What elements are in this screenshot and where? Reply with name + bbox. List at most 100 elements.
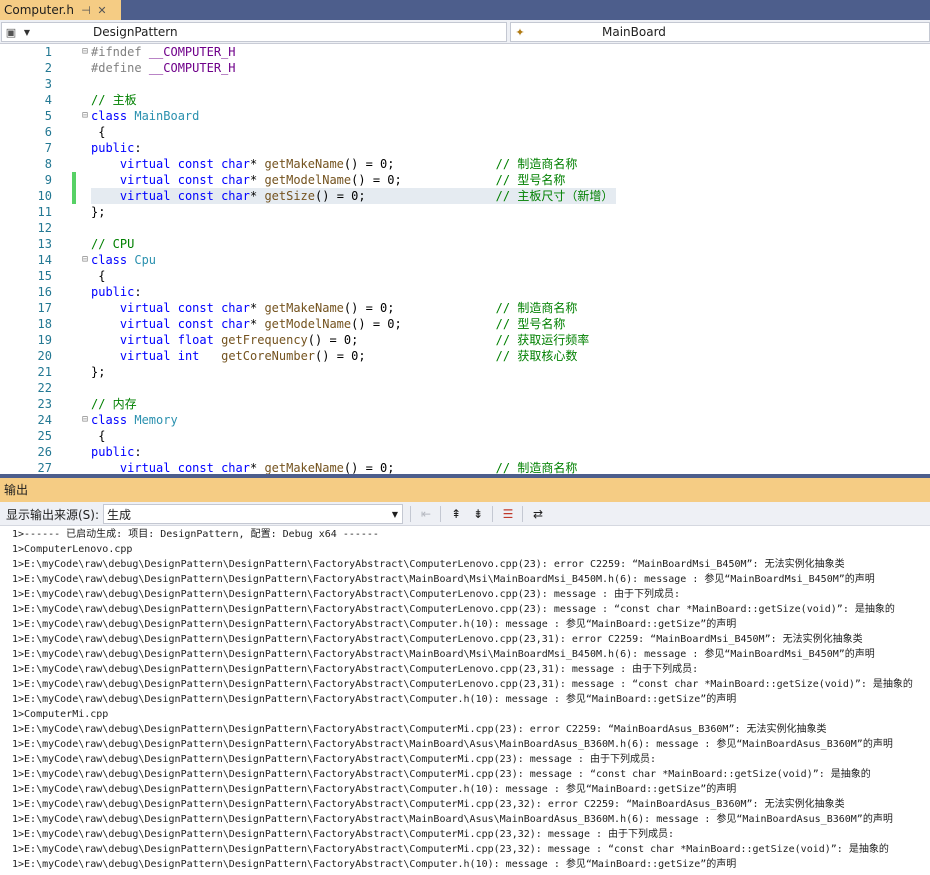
output-line[interactable]: 1>E:\myCode\raw\debug\DesignPattern\Desi… <box>12 767 871 782</box>
line-number: 5 <box>44 109 52 123</box>
output-text-area[interactable]: 1>------ 已启动生成: 项目: DesignPattern, 配置: D… <box>0 527 930 875</box>
code-line[interactable]: 6 { <box>0 124 930 140</box>
change-marker <box>72 140 76 156</box>
output-line[interactable]: 1>E:\myCode\raw\debug\DesignPattern\Desi… <box>12 632 863 647</box>
symbol-dropdown-value: MainBoard <box>602 25 666 39</box>
code-line[interactable]: 24 ⊟ class Memory <box>0 412 930 428</box>
output-line[interactable]: 1>E:\myCode\raw\debug\DesignPattern\Desi… <box>12 812 893 827</box>
change-marker <box>72 220 76 236</box>
previous-message-icon[interactable]: ⇞ <box>446 505 466 523</box>
line-number: 10 <box>37 189 52 203</box>
close-icon[interactable]: ✕ <box>94 4 110 17</box>
output-line[interactable]: 1>E:\myCode\raw\debug\DesignPattern\Desi… <box>12 782 736 797</box>
change-marker <box>72 108 76 124</box>
code-line[interactable]: 7 public: <box>0 140 930 156</box>
change-marker <box>72 300 76 316</box>
line-number: 27 <box>37 461 52 474</box>
class-icon: ✦ <box>515 25 525 39</box>
code-line[interactable]: 25 { <box>0 428 930 444</box>
output-line[interactable]: 1>E:\myCode\raw\debug\DesignPattern\Desi… <box>12 602 895 617</box>
chevron-down-icon: ▼ <box>391 509 399 519</box>
code-line[interactable]: 5 ⊟ class MainBoard <box>0 108 930 124</box>
project-dropdown[interactable]: ▣ DesignPattern ▼ <box>1 22 507 42</box>
output-line[interactable]: 1>E:\myCode\raw\debug\DesignPattern\Desi… <box>12 647 875 662</box>
code-line[interactable]: 23 // 内存 <box>0 396 930 412</box>
output-line[interactable]: 1>E:\myCode\raw\debug\DesignPattern\Desi… <box>12 692 736 707</box>
code-line[interactable]: 3 <box>0 76 930 92</box>
code-line[interactable]: 21}; <box>0 364 930 380</box>
output-line[interactable]: 1>E:\myCode\raw\debug\DesignPattern\Desi… <box>12 752 656 767</box>
code-editor[interactable]: 1 ⊟ #ifndef __COMPUTER_H 2 #define __COMPUTE… <box>0 44 930 474</box>
output-line[interactable]: 1>E:\myCode\raw\debug\DesignPattern\Desi… <box>12 557 845 572</box>
change-marker <box>72 44 76 60</box>
output-source-dropdown[interactable]: 生成 ▼ <box>103 504 403 524</box>
output-line[interactable]: 1>E:\myCode\raw\debug\DesignPattern\Desi… <box>12 677 913 692</box>
code-line[interactable]: 16 public: <box>0 284 930 300</box>
code-line[interactable]: 15 { <box>0 268 930 284</box>
code-line[interactable]: 22 <box>0 380 930 396</box>
collapse-icon[interactable]: ⊟ <box>80 108 90 124</box>
word-wrap-icon[interactable]: ⇄ <box>528 505 548 523</box>
pin-icon[interactable]: ⊣ <box>78 4 94 17</box>
code-line[interactable]: 9 virtual const char* getModelName() = 0… <box>0 172 930 188</box>
tab-computer-h[interactable]: Computer.h ⊣ ✕ <box>0 0 121 20</box>
toolbar-separator <box>410 506 411 522</box>
tab-title: Computer.h <box>4 3 74 17</box>
line-number: 24 <box>37 413 52 427</box>
code-line[interactable]: 26 public: <box>0 444 930 460</box>
code-text: }; <box>91 205 106 219</box>
code-text: virtual int getCoreNumber() = 0; // 获取核心… <box>119 349 578 363</box>
output-source-label: 显示输出来源(S): <box>6 508 100 522</box>
clear-all-icon[interactable]: ☰ <box>498 505 518 523</box>
line-number: 11 <box>37 205 52 219</box>
code-line[interactable]: 8 virtual const char* getMakeName() = 0;… <box>0 156 930 172</box>
change-marker <box>72 412 76 428</box>
code-text: class Cpu <box>91 253 157 267</box>
change-marker <box>72 236 76 252</box>
code-line[interactable]: 1 ⊟ #ifndef __COMPUTER_H <box>0 44 930 60</box>
code-line[interactable]: 11}; <box>0 204 930 220</box>
output-line[interactable]: 1>E:\myCode\raw\debug\DesignPattern\Desi… <box>12 722 827 737</box>
collapse-icon[interactable]: ⊟ <box>80 44 90 60</box>
change-marker <box>72 348 76 364</box>
find-message-icon[interactable]: ⇤ <box>416 505 436 523</box>
output-line[interactable]: 1>E:\myCode\raw\debug\DesignPattern\Desi… <box>12 662 698 677</box>
change-marker <box>72 268 76 284</box>
output-line[interactable]: 1>ComputerMi.cpp <box>12 707 108 722</box>
code-line[interactable]: 18 virtual const char* getModelName() = … <box>0 316 930 332</box>
output-toolbar: 显示输出来源(S): 生成 ▼ ⇤ ⇞ ⇟ ☰ ⇄ <box>0 502 930 526</box>
output-line[interactable]: 1>E:\myCode\raw\debug\DesignPattern\Desi… <box>12 587 680 602</box>
symbol-dropdown[interactable]: ✦ MainBoard <box>510 22 930 42</box>
code-line[interactable]: 2 #define __COMPUTER_H <box>0 60 930 76</box>
code-line[interactable]: 12 <box>0 220 930 236</box>
change-marker <box>72 76 76 92</box>
output-line[interactable]: 1>ComputerLenovo.cpp <box>12 542 132 557</box>
output-line[interactable]: 1>E:\myCode\raw\debug\DesignPattern\Desi… <box>12 857 736 872</box>
output-line[interactable]: 1>E:\myCode\raw\debug\DesignPattern\Desi… <box>12 797 845 812</box>
line-number: 18 <box>37 317 52 331</box>
code-line[interactable]: 13 // CPU <box>0 236 930 252</box>
output-line[interactable]: 1>E:\myCode\raw\debug\DesignPattern\Desi… <box>12 827 674 842</box>
output-line[interactable]: 1>------ 已启动生成: 项目: DesignPattern, 配置: D… <box>12 527 379 542</box>
line-number: 25 <box>37 429 52 443</box>
code-text: virtual const char* getSize() = 0; // 主板… <box>119 189 614 203</box>
output-line[interactable]: 1>E:\myCode\raw\debug\DesignPattern\Desi… <box>12 572 875 587</box>
code-text: class MainBoard <box>91 109 200 123</box>
code-line[interactable]: 19 virtual float getFrequency() = 0; // … <box>0 332 930 348</box>
collapse-icon[interactable]: ⊟ <box>80 412 90 428</box>
code-line[interactable]: 10 virtual const char* getSize() = 0; //… <box>0 188 930 204</box>
code-line[interactable]: 17 virtual const char* getMakeName() = 0… <box>0 300 930 316</box>
line-number: 19 <box>37 333 52 347</box>
code-text: { <box>91 125 106 139</box>
change-marker <box>72 332 76 348</box>
next-message-icon[interactable]: ⇟ <box>468 505 488 523</box>
code-line[interactable]: 4 // 主板 <box>0 92 930 108</box>
collapse-icon[interactable]: ⊟ <box>80 252 90 268</box>
output-line[interactable]: 1>E:\myCode\raw\debug\DesignPattern\Desi… <box>12 842 889 857</box>
code-line[interactable]: 20 virtual int getCoreNumber() = 0; // 获… <box>0 348 930 364</box>
output-line[interactable]: 1>E:\myCode\raw\debug\DesignPattern\Desi… <box>12 737 893 752</box>
code-line[interactable]: 27 virtual const char* getMakeName() = 0… <box>0 460 930 474</box>
output-line[interactable]: 1>E:\myCode\raw\debug\DesignPattern\Desi… <box>12 617 736 632</box>
code-text: virtual const char* getMakeName() = 0; /… <box>119 301 578 315</box>
code-line[interactable]: 14 ⊟ class Cpu <box>0 252 930 268</box>
